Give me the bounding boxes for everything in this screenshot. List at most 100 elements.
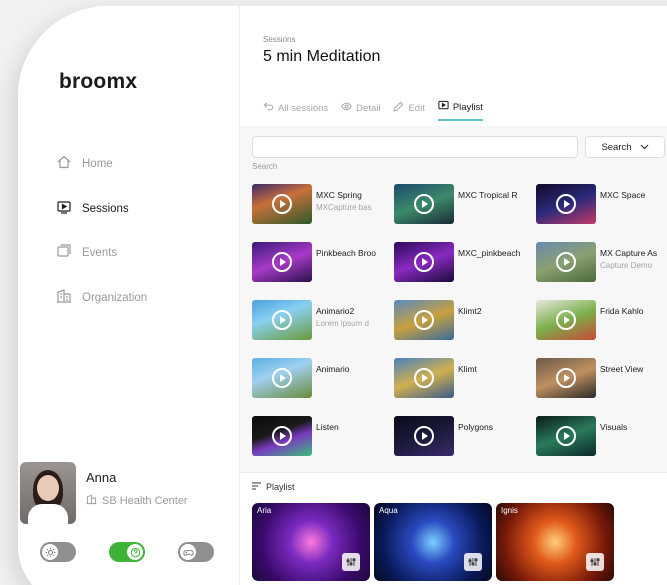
main-panel: Sessions 5 min Meditation All sessions D… <box>240 6 667 585</box>
building-icon <box>86 494 97 508</box>
play-icon[interactable] <box>556 310 576 330</box>
tab-detail[interactable]: Detail <box>341 100 380 121</box>
brand-logo: broomx <box>59 70 138 93</box>
session-name: Klimt <box>458 364 477 374</box>
session-description: Lorem ipsum d <box>316 319 369 328</box>
gamepad-toggle[interactable] <box>178 542 214 562</box>
session-thumbnail <box>536 300 596 340</box>
playlist-card[interactable]: Aria <box>252 503 370 581</box>
session-name: MXC Spring <box>316 190 362 200</box>
session-tile[interactable]: Animario2 Lorem ipsum d <box>252 300 392 350</box>
help-icon <box>127 544 143 560</box>
search-field-label: Search <box>252 162 278 171</box>
nav-label-events: Events <box>82 246 118 259</box>
session-tile[interactable]: Klimt <box>394 358 534 408</box>
eye-icon <box>341 101 353 115</box>
theme-toggle[interactable] <box>40 542 76 562</box>
session-description: Capture Demo <box>600 261 653 270</box>
session-tile[interactable]: Frida Kahlo <box>536 300 667 350</box>
tab-playlist[interactable]: Playlist <box>437 100 483 121</box>
play-icon[interactable] <box>556 426 576 446</box>
organization-icon <box>56 288 72 307</box>
session-name: Pinkbeach Broo <box>316 248 377 258</box>
tab-playlist-label: Playlist <box>452 101 483 113</box>
avatar <box>20 462 76 524</box>
nav-item-events[interactable]: Events <box>56 243 117 262</box>
tab-bar: All sessions Detail Edit Playlist <box>263 100 483 121</box>
search-button-label: Search <box>601 141 632 153</box>
gamepad-icon <box>180 544 196 560</box>
sessions-icon <box>56 199 72 218</box>
session-thumbnail <box>252 184 312 224</box>
nav-item-sessions[interactable]: Sessions <box>56 199 129 218</box>
session-tile[interactable]: Pinkbeach Broo <box>252 242 392 292</box>
search-button[interactable]: Search <box>585 136 665 158</box>
play-icon[interactable] <box>556 252 576 272</box>
play-icon[interactable] <box>272 194 292 214</box>
session-thumbnail <box>536 242 596 282</box>
settings-icon[interactable] <box>342 553 360 571</box>
session-thumbnail <box>394 242 454 282</box>
session-tile[interactable]: Animario <box>252 358 392 408</box>
session-tile[interactable]: MX Capture As Capture Demo <box>536 242 667 292</box>
home-icon <box>56 154 72 173</box>
playlist-panel: Playlist Aria Aqua Ignis <box>240 472 667 585</box>
session-name: Frida Kahlo <box>600 306 644 316</box>
session-name: MXC Space <box>600 190 646 200</box>
play-icon[interactable] <box>414 310 434 330</box>
user-organization: SB Health Center <box>86 494 188 508</box>
session-tile[interactable]: MXC Spring MXCapture bas <box>252 184 392 234</box>
session-thumbnail <box>252 242 312 282</box>
sessions-grid: MXC Spring MXCapture bas MXC Tropical R MXC… <box>252 178 667 472</box>
session-tile[interactable]: MXC_pinkbeach <box>394 242 534 292</box>
play-icon[interactable] <box>414 252 434 272</box>
play-icon[interactable] <box>556 368 576 388</box>
session-thumbnail <box>536 358 596 398</box>
settings-icon[interactable] <box>464 553 482 571</box>
play-icon[interactable] <box>414 426 434 446</box>
pencil-icon <box>393 101 404 115</box>
play-icon[interactable] <box>272 252 292 272</box>
session-name: MXC_pinkbeach <box>458 248 520 258</box>
session-name: Animario2 <box>316 306 355 316</box>
session-tile[interactable]: Street View <box>536 358 667 408</box>
session-description: MXCapture bas <box>316 203 372 212</box>
play-icon[interactable] <box>414 194 434 214</box>
playlist-icon <box>438 100 449 114</box>
play-icon[interactable] <box>414 368 434 388</box>
session-thumbnail <box>536 184 596 224</box>
nav-label-sessions: Sessions <box>82 202 129 215</box>
page-title: 5 min Meditation <box>263 48 381 65</box>
nav-label-home: Home <box>82 157 113 170</box>
nav-item-organization[interactable]: Organization <box>56 288 147 307</box>
sidebar: broomx Home Sessions Events Organization <box>18 6 240 585</box>
session-tile[interactable]: MXC Space <box>536 184 667 234</box>
session-thumbnail <box>394 300 454 340</box>
session-name: Street View <box>600 364 644 374</box>
tab-edit[interactable]: Edit <box>393 100 425 121</box>
session-tile[interactable]: Listen <box>252 416 392 466</box>
session-tile[interactable]: Polygons <box>394 416 534 466</box>
play-icon[interactable] <box>272 310 292 330</box>
settings-icon[interactable] <box>586 553 604 571</box>
play-icon[interactable] <box>556 194 576 214</box>
playlist-card-name: Aqua <box>379 506 398 515</box>
tab-all-sessions[interactable]: All sessions <box>263 100 328 121</box>
session-thumbnail <box>394 358 454 398</box>
session-tile[interactable]: Visuals <box>536 416 667 466</box>
play-icon[interactable] <box>272 426 292 446</box>
session-tile[interactable]: Klimt2 <box>394 300 534 350</box>
session-name: MX Capture As <box>600 248 658 258</box>
breadcrumb[interactable]: Sessions <box>263 35 295 44</box>
session-tile[interactable]: MXC Tropical R <box>394 184 534 234</box>
tab-detail-label: Detail <box>356 102 381 114</box>
session-thumbnail <box>394 416 454 456</box>
help-toggle[interactable] <box>109 542 145 562</box>
play-icon[interactable] <box>272 368 292 388</box>
playlist-card[interactable]: Ignis <box>496 503 614 581</box>
playlist-card[interactable]: Aqua <box>374 503 492 581</box>
search-input[interactable] <box>252 136 578 158</box>
user-org-label: SB Health Center <box>102 495 188 507</box>
user-profile[interactable]: Anna SB Health Center <box>18 462 240 526</box>
nav-item-home[interactable]: Home <box>56 154 113 173</box>
